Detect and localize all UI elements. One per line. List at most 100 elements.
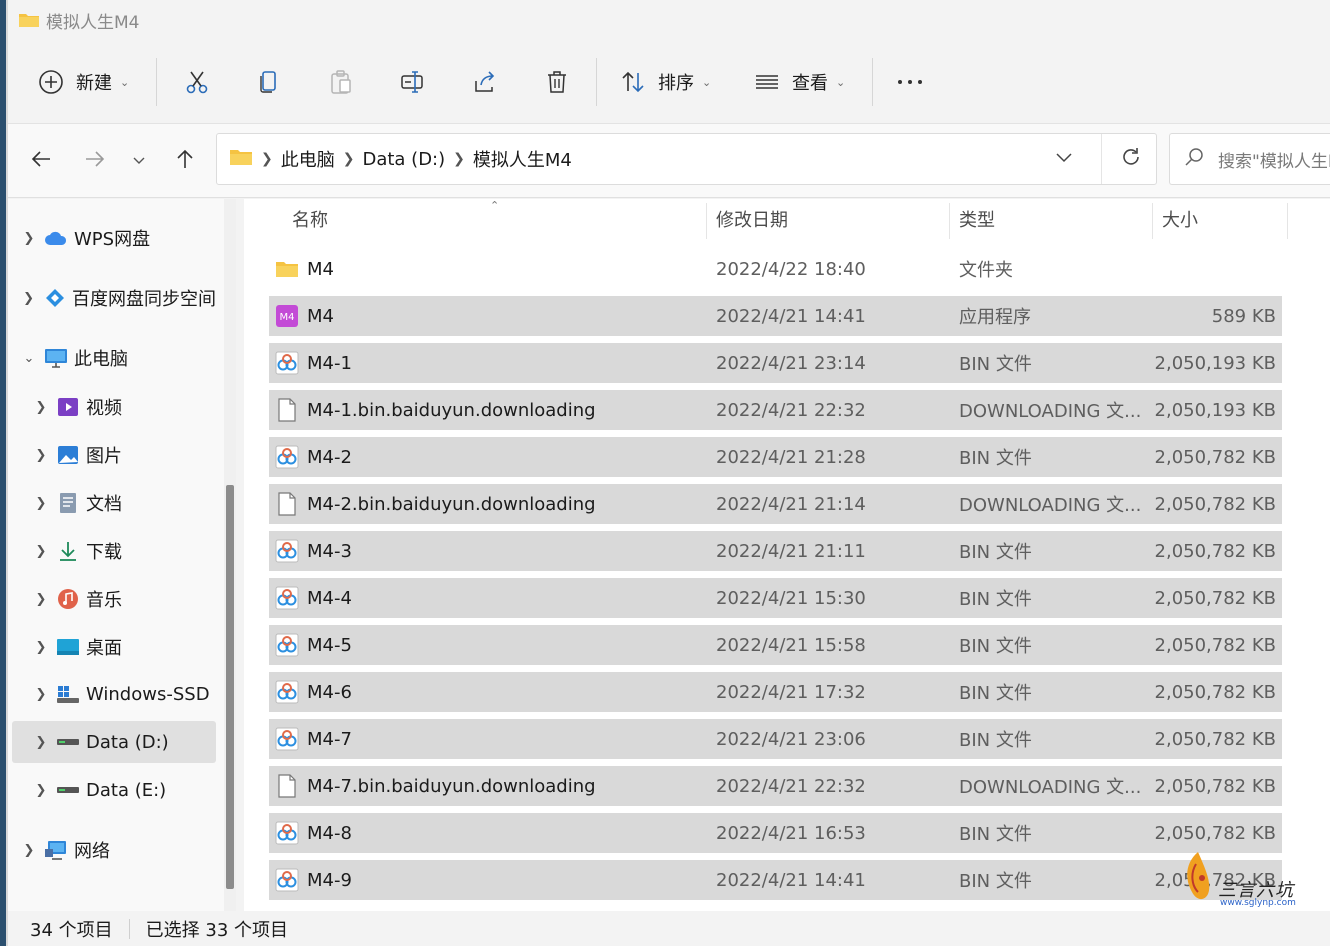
sort-button[interactable]: 排序 ⌄: [620, 64, 711, 100]
chevron-right-icon[interactable]: ❯: [34, 400, 48, 415]
music-icon: [56, 587, 80, 611]
svg-text:M4: M4: [280, 312, 295, 323]
sidebar-item-windows-ssd[interactable]: ❯ Windows-SSD: [12, 673, 216, 715]
chevron-right-icon[interactable]: ❯: [34, 640, 48, 655]
copy-button[interactable]: [256, 64, 282, 100]
column-header-name[interactable]: 名称: [284, 199, 328, 239]
bin-file-icon: [275, 821, 299, 845]
file-type: DOWNLOADING 文...: [959, 495, 1142, 516]
rename-button[interactable]: [400, 64, 426, 100]
file-row[interactable]: M4-6 2022/4/21 17:32 BIN 文件 2,050,782 KB: [269, 672, 1282, 712]
file-name-cell: M4-1.bin.baiduyun.downloading: [275, 390, 596, 430]
breadcrumb-this-pc[interactable]: 此电脑: [281, 146, 335, 172]
sidebar-item-downloads[interactable]: ❯ 下载: [12, 530, 216, 572]
breadcrumb-current-folder[interactable]: 模拟人生M4: [473, 146, 572, 172]
chevron-right-icon[interactable]: ❯: [22, 843, 36, 858]
file-row[interactable]: M4-5 2022/4/21 15:58 BIN 文件 2,050,782 KB: [269, 625, 1282, 665]
sidebar-item-desktop[interactable]: ❯ 桌面: [12, 626, 216, 668]
column-header-size[interactable]: 大小: [1154, 199, 1198, 239]
address-dropdown-button[interactable]: [1055, 148, 1073, 171]
file-row[interactable]: M4-7.bin.baiduyun.downloading 2022/4/21 2…: [269, 766, 1282, 806]
sidebar-item-baidu-sync[interactable]: ❯ 百度网盘同步空间: [12, 277, 216, 319]
more-options-button[interactable]: [896, 64, 924, 100]
chevron-right-icon[interactable]: ❯: [22, 291, 35, 306]
forward-button[interactable]: [80, 146, 110, 176]
chevron-right-icon[interactable]: ❯: [34, 448, 48, 463]
file-row[interactable]: M4 2022/4/22 18:40 文件夹: [269, 249, 1282, 289]
video-icon: [56, 395, 80, 419]
breadcrumb-drive-d[interactable]: Data (D:): [362, 149, 445, 170]
column-divider[interactable]: [1152, 203, 1153, 239]
sidebar-item-wps-cloud[interactable]: ❯ WPS网盘: [12, 217, 216, 259]
file-name: M4-4: [307, 587, 352, 609]
file-name-cell: M4-9: [275, 860, 352, 900]
column-divider[interactable]: [706, 203, 707, 239]
arrow-up-icon: [174, 148, 196, 174]
chevron-right-icon[interactable]: ❯: [34, 735, 48, 750]
sidebar-item-documents[interactable]: ❯ 文档: [12, 482, 216, 524]
file-row[interactable]: M4-2.bin.baiduyun.downloading 2022/4/21 2…: [269, 484, 1282, 524]
up-button[interactable]: [170, 146, 200, 176]
sidebar-item-videos[interactable]: ❯ 视频: [12, 386, 216, 428]
chevron-down-icon[interactable]: ⌄: [22, 351, 36, 366]
scrollbar-thumb[interactable]: [226, 485, 234, 889]
view-button[interactable]: 查看 ⌄: [754, 64, 845, 100]
back-button[interactable]: [26, 146, 56, 176]
sidebar-item-label: 下载: [86, 542, 122, 563]
toolbar-divider: [872, 58, 873, 106]
file-row[interactable]: M4-1.bin.baiduyun.downloading 2022/4/21 2…: [269, 390, 1282, 430]
chevron-right-icon[interactable]: ❯: [34, 544, 48, 559]
column-header-date[interactable]: 修改日期: [708, 199, 788, 239]
column-divider[interactable]: [1287, 203, 1288, 239]
sidebar-item-data-e[interactable]: ❯ Data (E:): [12, 769, 216, 811]
file-row[interactable]: M4-8 2022/4/21 16:53 BIN 文件 2,050,782 KB: [269, 813, 1282, 853]
address-bar[interactable]: ❯ 此电脑 ❯ Data (D:) ❯ 模拟人生M4: [216, 133, 1157, 185]
sidebar-item-network[interactable]: ❯ 网络: [12, 829, 216, 871]
folder-icon: [229, 148, 253, 171]
sidebar-scrollbar[interactable]: [224, 199, 236, 911]
sidebar-item-label: 视频: [86, 398, 122, 419]
cut-button[interactable]: [184, 64, 210, 100]
sidebar-item-data-d[interactable]: ❯ Data (D:): [12, 721, 216, 763]
file-size: 2,050,782 KB: [1154, 493, 1276, 515]
file-date: 2022/4/21 14:41: [716, 869, 866, 891]
sidebar-item-label: 百度网盘同步空间: [72, 289, 216, 310]
file-row[interactable]: M4-1 2022/4/21 23:14 BIN 文件 2,050,193 KB: [269, 343, 1282, 383]
file-name-cell: M4 M4: [275, 296, 334, 336]
sidebar-item-this-pc[interactable]: ⌄ 此电脑: [12, 337, 216, 379]
file-type: BIN 文件: [959, 354, 1032, 375]
column-divider[interactable]: [949, 203, 950, 239]
chevron-right-icon[interactable]: ❯: [34, 496, 48, 511]
file-row[interactable]: M4-3 2022/4/21 21:11 BIN 文件 2,050,782 KB: [269, 531, 1282, 571]
new-button[interactable]: 新建 ⌄: [38, 64, 129, 100]
chevron-right-icon[interactable]: ❯: [22, 231, 36, 246]
refresh-button[interactable]: [1120, 146, 1142, 173]
file-name-cell: M4-8: [275, 813, 352, 853]
chevron-right-icon[interactable]: ❯: [34, 687, 48, 702]
file-name: M4-5: [307, 634, 352, 656]
toolbar-divider: [156, 58, 157, 106]
file-size: 2,050,782 KB: [1154, 540, 1276, 562]
sidebar-item-music[interactable]: ❯ 音乐: [12, 578, 216, 620]
file-row[interactable]: M4-4 2022/4/21 15:30 BIN 文件 2,050,782 KB: [269, 578, 1282, 618]
chevron-right-icon[interactable]: ❯: [34, 783, 48, 798]
app-icon: M4: [275, 304, 299, 328]
file-name: M4-6: [307, 681, 352, 703]
sidebar-item-label: 文档: [86, 494, 122, 515]
file-row[interactable]: M4-7 2022/4/21 23:06 BIN 文件 2,050,782 KB: [269, 719, 1282, 759]
file-date: 2022/4/21 21:14: [716, 493, 866, 515]
search-input[interactable]: 搜索"模拟人生M4": [1169, 133, 1330, 185]
paste-button[interactable]: [328, 64, 354, 100]
file-row[interactable]: M4-9 2022/4/21 14:41 BIN 文件 2,050,782 KB: [269, 860, 1282, 900]
file-type: BIN 文件: [959, 636, 1032, 657]
column-header-type[interactable]: 类型: [951, 199, 995, 239]
delete-button[interactable]: [544, 64, 570, 100]
sidebar-item-pictures[interactable]: ❯ 图片: [12, 434, 216, 476]
folder-icon: [275, 257, 299, 281]
share-button[interactable]: [472, 64, 498, 100]
file-row[interactable]: M4 M4 2022/4/21 14:41 应用程序 589 KB: [269, 296, 1282, 336]
file-row[interactable]: M4-2 2022/4/21 21:28 BIN 文件 2,050,782 KB: [269, 437, 1282, 477]
recent-locations-button[interactable]: [124, 146, 154, 176]
chevron-right-icon[interactable]: ❯: [34, 592, 48, 607]
chevron-down-icon: ⌄: [120, 75, 130, 89]
